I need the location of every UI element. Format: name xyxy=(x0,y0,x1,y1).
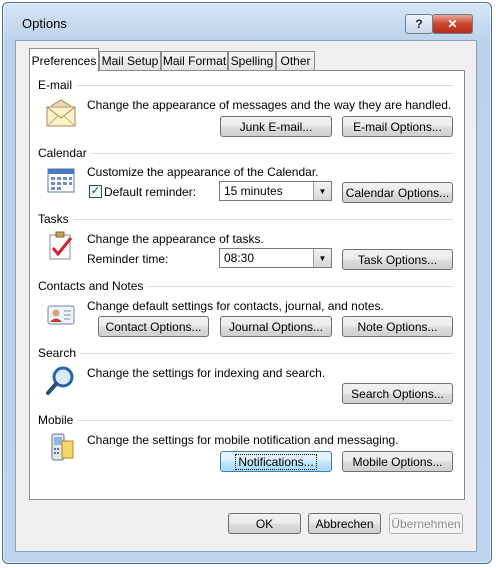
reminder-time-dropdown[interactable]: 08:30 ▼ xyxy=(219,248,332,268)
search-options-button[interactable]: Search Options... xyxy=(342,383,453,404)
help-button[interactable]: ? xyxy=(405,14,433,34)
search-section-title: Search xyxy=(38,346,81,360)
checkmark-icon: ✓ xyxy=(90,185,101,197)
apply-button[interactable]: Übernehmen xyxy=(389,513,463,534)
tasks-description: Change the appearance of tasks. xyxy=(87,232,264,246)
default-reminder-checkbox[interactable]: ✓ xyxy=(89,185,102,198)
contact-options-button[interactable]: Contact Options... xyxy=(98,316,209,337)
tab-mail-setup[interactable]: Mail Setup xyxy=(99,51,161,70)
close-icon: ✕ xyxy=(447,17,458,31)
email-section-title: E-mail xyxy=(38,78,77,92)
dialog-title: Options xyxy=(22,16,67,31)
calendar-description: Customize the appearance of the Calendar… xyxy=(87,165,319,179)
task-checklist-icon xyxy=(45,230,77,262)
tab-mail-format[interactable]: Mail Format xyxy=(161,51,228,70)
mobile-divider xyxy=(40,420,453,421)
calendar-options-button[interactable]: Calendar Options... xyxy=(342,182,453,203)
help-icon: ? xyxy=(415,17,423,31)
chevron-down-icon[interactable]: ▼ xyxy=(313,182,331,200)
search-description: Change the settings for indexing and sea… xyxy=(87,366,326,380)
email-options-button[interactable]: E-mail Options... xyxy=(342,116,453,137)
reminder-time-value: 08:30 xyxy=(224,251,255,265)
email-divider xyxy=(40,85,453,86)
tab-preferences[interactable]: Preferences xyxy=(29,48,99,72)
contacts-section-title: Contacts and Notes xyxy=(38,279,148,293)
tab-other[interactable]: Other xyxy=(276,51,315,70)
mobile-device-icon xyxy=(45,431,77,463)
search-magnifier-icon xyxy=(45,364,77,396)
tasks-divider xyxy=(40,219,453,220)
ok-button[interactable]: OK xyxy=(228,513,301,534)
calendar-section-title: Calendar xyxy=(38,146,91,160)
mobile-section-title: Mobile xyxy=(38,413,78,427)
close-button[interactable]: ✕ xyxy=(432,14,473,34)
junk-email-button[interactable]: Junk E-mail... xyxy=(220,116,332,137)
cancel-button[interactable]: Abbrechen xyxy=(308,513,381,534)
default-reminder-value: 15 minutes xyxy=(224,184,283,198)
tab-spelling[interactable]: Spelling xyxy=(228,51,276,70)
mobile-description: Change the settings for mobile notificat… xyxy=(87,433,399,447)
search-divider xyxy=(40,353,453,354)
task-options-button[interactable]: Task Options... xyxy=(342,249,453,270)
email-envelope-icon xyxy=(45,98,77,130)
default-reminder-dropdown[interactable]: 15 minutes ▼ xyxy=(219,181,332,201)
calendar-icon xyxy=(45,164,77,196)
default-reminder-label: Default reminder: xyxy=(104,185,197,199)
reminder-time-label: Reminder time: xyxy=(87,252,169,266)
mobile-options-button[interactable]: Mobile Options... xyxy=(342,451,453,472)
chevron-down-icon[interactable]: ▼ xyxy=(313,249,331,267)
contacts-description: Change default settings for contacts, jo… xyxy=(87,299,384,313)
journal-options-button[interactable]: Journal Options... xyxy=(220,316,332,337)
note-options-button[interactable]: Note Options... xyxy=(342,316,453,337)
contact-card-icon xyxy=(45,298,77,330)
email-description: Change the appearance of messages and th… xyxy=(87,98,452,112)
calendar-divider xyxy=(40,153,453,154)
tasks-section-title: Tasks xyxy=(38,212,73,226)
notifications-button[interactable]: Notifications... xyxy=(220,451,332,472)
